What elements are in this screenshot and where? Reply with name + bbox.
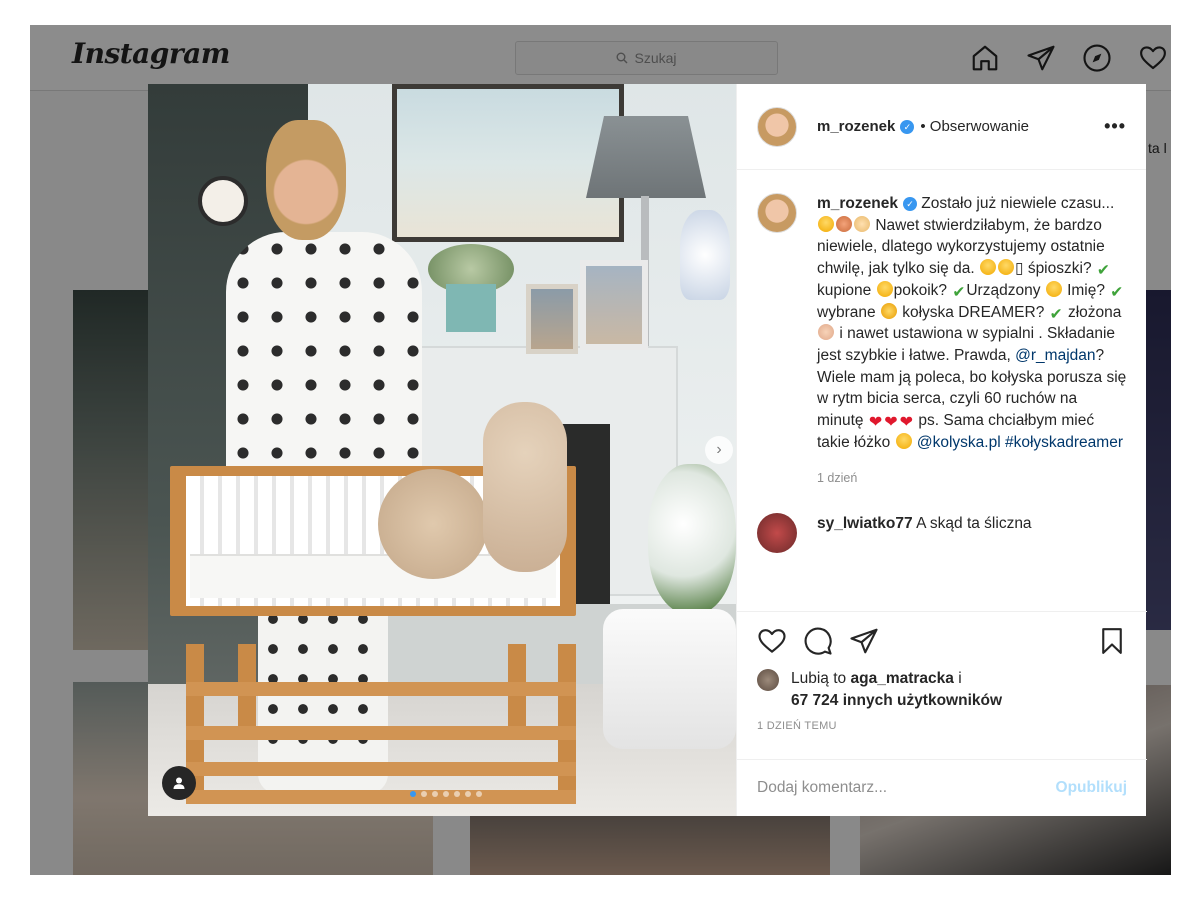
carousel-dot [465,791,471,797]
photo-teddy-big [483,402,567,572]
tagged-user-icon[interactable] [162,766,196,800]
verified-badge-icon: ✓ [900,119,915,134]
post-actions: Lubią to aga_matracka i 67 724 innych uż… [737,611,1147,732]
squint-tongue-emoji-icon [997,259,1014,276]
carousel-dot [476,791,482,797]
carousel-dot [421,791,427,797]
smirk-emoji-icon [876,280,893,297]
photo-teddy-small [378,469,488,579]
caption-author-avatar[interactable] [757,193,797,233]
caption-row: m_rozenek ✓ Zostało już niewiele czasu...… [757,193,1127,453]
post-date[interactable]: 1 DZIEŃ TEMU [737,712,1147,732]
action-icons [737,612,1147,668]
post-photo[interactable]: › [148,84,736,816]
comments-area[interactable]: m_rozenek ✓ Zostało już niewiele czasu...… [737,171,1147,611]
comment-text: sy_lwiatko77 A skąd ta śliczna [817,515,1032,533]
photo-crib-stand [178,644,576,804]
comment-bubble-icon[interactable] [803,626,833,656]
carousel-dot [410,791,416,797]
next-photo-chevron-icon[interactable]: › [705,436,733,464]
photo-wall-clock [198,176,248,226]
photo-lamp [586,116,706,198]
carousel-dots [410,791,482,797]
verified-badge-icon: ✓ [902,197,917,211]
share-send-icon[interactable] [849,626,879,656]
hashtag-link[interactable]: #kołyskadreamer [1005,434,1123,451]
more-options-icon[interactable]: ••• [1104,116,1126,137]
unknown-glyph-icon: ▯ [1014,260,1024,278]
post-header: m_rozenek ✓ • Obserwowanie ••• [737,84,1146,170]
photo-painting [392,84,624,242]
check-mark-icon: ✔ [1096,262,1110,280]
likes-count-button[interactable]: 67 724 innych użytkowników [791,692,1002,709]
liker-username[interactable]: aga_matracka [850,670,953,687]
baby-emoji-icon [854,215,870,232]
grinning-sweat-emoji-icon [895,432,912,449]
likes-summary: Lubią to aga_matracka i 67 724 innych uż… [737,668,1147,712]
pregnant-woman-emoji-icon [836,215,852,232]
carousel-dot [454,791,460,797]
instagram-page: Instagram Szukaj ta l › m_rozenek ✓ • Ob… [30,25,1171,875]
carousel-dot [432,791,438,797]
wink-tongue-emoji-icon [979,259,996,276]
like-heart-icon[interactable] [757,626,787,656]
check-mark-icon: ✔ [1110,283,1124,301]
commenter-avatar[interactable] [757,513,797,554]
check-mark-icon: ✔ [1049,305,1063,323]
carousel-dot [443,791,449,797]
caption-time[interactable]: 1 dzień [817,471,1127,485]
add-comment-form: Opublikuj [737,759,1147,816]
mention-link[interactable]: @kolyska.pl [917,434,1001,451]
photo-picture-frame [526,284,578,354]
mention-link[interactable]: @r_majdan [1015,347,1095,364]
caption-username[interactable]: m_rozenek [817,195,898,212]
tongue-emoji-icon [1045,280,1062,297]
check-mark-icon: ✔ [952,283,966,301]
photo-hydrangea [648,464,736,614]
publish-button[interactable]: Opublikuj [1056,779,1127,797]
photo-vase [680,210,730,300]
photo-woman-head [266,120,346,240]
post-modal: › m_rozenek ✓ • Obserwowanie ••• m_rozen… [148,84,1147,816]
photo-picture-frame [580,260,648,350]
caption-text: m_rozenek ✓ Zostało już niewiele czasu...… [817,195,1127,451]
save-bookmark-icon[interactable] [1097,626,1127,656]
flexed-arm-emoji-icon [818,324,834,341]
likes-text: Lubią to aga_matracka i 67 724 innych uż… [791,670,1003,709]
photo-pouf [603,609,736,749]
post-side-panel: m_rozenek ✓ • Obserwowanie ••• m_rozenek… [736,84,1147,816]
red-heart-emoji-icon: ❤ [899,414,914,432]
red-heart-emoji-icon: ❤ [868,414,883,432]
hushed-emoji-icon [880,302,897,319]
comment-input[interactable] [757,779,1056,797]
author-avatar[interactable] [757,106,797,147]
comment-row: sy_lwiatko77 A skąd ta śliczna [757,513,1127,554]
smile-emoji-icon [818,215,834,232]
author-username[interactable]: m_rozenek [817,118,895,135]
red-heart-emoji-icon: ❤ [884,414,898,432]
photo-plant-pot [446,284,496,332]
follow-status-button[interactable]: • Obserwowanie [920,118,1029,135]
liker-avatar[interactable] [757,669,779,691]
commenter-username[interactable]: sy_lwiatko77 [817,515,913,532]
